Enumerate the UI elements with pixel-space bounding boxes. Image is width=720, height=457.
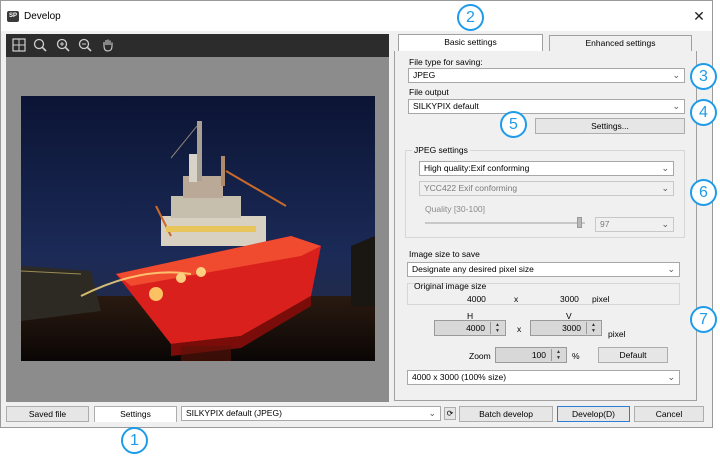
- h-stepper[interactable]: 4000 ▲ ▼: [434, 320, 506, 336]
- app-icon: SP: [7, 11, 19, 22]
- quality-slider-thumb[interactable]: [577, 217, 583, 228]
- cancel-button[interactable]: Cancel: [634, 406, 704, 422]
- window-title: Develop: [24, 11, 61, 22]
- original-size-label: Original image size: [414, 281, 487, 291]
- file-output-label: File output: [409, 87, 449, 97]
- chevron-down-icon: ⌄: [672, 101, 680, 111]
- callout-4: 4: [690, 99, 717, 126]
- zoom-out-icon[interactable]: [77, 37, 93, 53]
- callout-5: 5: [500, 111, 527, 138]
- original-x: x: [514, 294, 519, 304]
- preset-select[interactable]: SILKYPIX default (JPEG) ⌄: [181, 406, 441, 421]
- default-button[interactable]: Default: [598, 347, 668, 363]
- file-output-select[interactable]: SILKYPIX default ⌄: [408, 99, 685, 114]
- jpeg-settings-label: JPEG settings: [412, 145, 470, 155]
- chevron-down-icon: ⌄: [661, 219, 669, 229]
- chevron-down-icon: ⌄: [428, 408, 436, 418]
- chevron-down-icon: ⌄: [661, 183, 669, 193]
- batch-develop-button[interactable]: Batch develop: [459, 406, 553, 422]
- chevron-down-icon: ⌄: [667, 372, 675, 382]
- image-size-select[interactable]: Designate any desired pixel size ⌄: [407, 262, 680, 277]
- quality-label: Quality [30-100]: [425, 204, 486, 214]
- v-stepper[interactable]: 3000 ▲ ▼: [530, 320, 602, 336]
- callout-2: 2: [457, 4, 484, 31]
- refresh-icon[interactable]: ⟳: [444, 407, 456, 420]
- spin-arrows-icon[interactable]: ▲ ▼: [551, 349, 565, 361]
- settings-tab-button[interactable]: Settings: [94, 406, 177, 422]
- callout-6: 6: [690, 179, 717, 206]
- callout-3: 3: [690, 63, 717, 90]
- title-bar: [1, 1, 712, 31]
- tab-basic-settings[interactable]: Basic settings: [398, 34, 543, 52]
- jpeg-quality-mode-select[interactable]: High quality:Exif conforming ⌄: [419, 161, 674, 176]
- preview-photo: [21, 96, 375, 361]
- hv-unit: pixel: [608, 329, 626, 339]
- zoom-label: Zoom: [469, 351, 491, 361]
- original-unit: pixel: [592, 294, 610, 304]
- zoom-unit: %: [572, 351, 580, 361]
- chevron-down-icon: ⌄: [672, 70, 680, 80]
- grid-icon[interactable]: [11, 37, 27, 53]
- quality-slider-track: [425, 222, 585, 224]
- chevron-down-icon: ⌄: [667, 264, 675, 274]
- callout-1: 1: [121, 427, 148, 454]
- quality-value-select: 97 ⌄: [595, 217, 674, 232]
- jpeg-sampling-select: YCC422 Exif conforming ⌄: [419, 181, 674, 196]
- tab-enhanced-settings[interactable]: Enhanced settings: [549, 35, 692, 52]
- hv-x: x: [517, 324, 522, 334]
- callout-7: 7: [690, 306, 717, 333]
- zoom-in-icon[interactable]: [55, 37, 71, 53]
- image-size-label: Image size to save: [409, 249, 480, 259]
- hand-icon[interactable]: [100, 37, 116, 53]
- spin-arrows-icon[interactable]: ▲ ▼: [490, 322, 504, 334]
- original-height: 3000: [560, 294, 579, 304]
- saved-file-button[interactable]: Saved file: [6, 406, 89, 422]
- chevron-down-icon: ⌄: [661, 163, 669, 173]
- original-width: 4000: [467, 294, 486, 304]
- size-summary-select[interactable]: 4000 x 3000 (100% size) ⌄: [407, 370, 680, 385]
- develop-button[interactable]: Develop(D): [557, 406, 630, 422]
- close-icon[interactable]: ✕: [690, 7, 708, 25]
- file-type-select[interactable]: JPEG ⌄: [408, 68, 685, 83]
- settings-button[interactable]: Settings...: [535, 118, 685, 134]
- zoom-fit-icon[interactable]: [32, 37, 48, 53]
- spin-arrows-icon[interactable]: ▲ ▼: [586, 322, 600, 334]
- file-type-label: File type for saving:: [409, 57, 483, 67]
- zoom-stepper[interactable]: 100 ▲ ▼: [495, 347, 567, 363]
